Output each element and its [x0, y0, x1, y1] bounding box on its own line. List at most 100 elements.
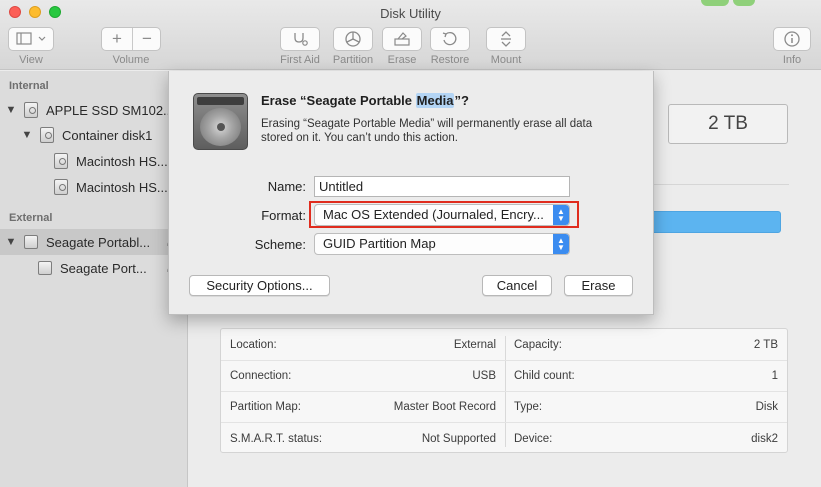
info-value: 2 TB — [753, 339, 778, 351]
volume-icon — [54, 153, 68, 169]
info-column-right: Capacity: 2 TB Child count: 1 Type: Disk… — [505, 329, 787, 454]
info-row-child-count: Child count: 1 — [505, 361, 787, 392]
erase-toolbar-button[interactable] — [382, 27, 422, 51]
title-suffix: ”? — [454, 93, 469, 108]
info-row-connection: Connection: USB — [221, 361, 505, 392]
sidebar-item-container-disk1[interactable]: ▼ Container disk1 — [0, 122, 187, 148]
annotation-highlight-box — [309, 201, 579, 228]
sidebar-header-internal: Internal — [9, 80, 49, 92]
title-prefix: Erase “Seagate Portable — [261, 93, 416, 108]
volume-label: Volume — [112, 54, 150, 66]
divider — [649, 184, 789, 185]
drive-label-strip — [197, 97, 244, 105]
info-icon — [784, 31, 800, 47]
info-label: Capacity: — [514, 339, 562, 351]
info-row-type: Type: Disk — [505, 392, 787, 423]
info-value: 1 — [771, 370, 778, 382]
name-field[interactable]: Untitled — [314, 176, 570, 197]
cancel-button[interactable]: Cancel — [482, 275, 552, 296]
restore-button[interactable] — [430, 27, 470, 51]
disclosure-triangle-icon[interactable]: ▼ — [20, 129, 34, 141]
first-aid-button[interactable] — [280, 27, 320, 51]
partition-label: Partition — [332, 54, 374, 66]
capacity-display: 2 TB — [668, 104, 788, 144]
sidebar-item-macintosh-hd-2[interactable]: Macintosh HS... — [0, 174, 187, 200]
disclosure-triangle-icon[interactable]: ▼ — [4, 104, 18, 116]
info-column-left: Location: External Connection: USB Parti… — [221, 329, 505, 454]
disk-utility-window: Disk Utility View + − Volume First Aid P… — [0, 0, 821, 487]
info-button[interactable] — [773, 27, 811, 51]
partition-button[interactable] — [333, 27, 373, 51]
info-label: Child count: — [514, 370, 575, 382]
info-row-device: Device: disk2 — [505, 423, 787, 454]
info-label: Type: — [514, 401, 543, 413]
sidebar-item-label: Macintosh HS... — [76, 179, 168, 195]
scheme-label: Scheme: — [254, 237, 306, 252]
container-icon — [40, 127, 54, 143]
erase-dialog: Erase “Seagate Portable Media”? Erasing … — [168, 71, 654, 315]
internal-disk-icon — [24, 102, 38, 118]
drive-spindle — [217, 123, 225, 131]
restore-label: Restore — [430, 54, 470, 66]
desktop-background-sliver — [681, 0, 821, 8]
info-row-capacity: Capacity: 2 TB — [505, 330, 787, 361]
scheme-popup[interactable]: GUID Partition Map ▲ ▼ — [314, 233, 570, 255]
info-label: Location: — [230, 339, 277, 351]
sidebar-item-label: APPLE SSD SM102... — [46, 102, 174, 118]
first-aid-label: First Aid — [280, 54, 320, 66]
erase-disk-icon — [394, 32, 410, 46]
sidebar-item-apple-ssd[interactable]: ▼ APPLE SSD SM102... — [0, 97, 187, 123]
info-label: Partition Map: — [230, 401, 301, 413]
security-options-button[interactable]: Security Options... — [189, 275, 330, 296]
sidebar-item-label: Macintosh HS... — [76, 153, 168, 169]
sidebar-item-label: Seagate Portabl... — [46, 234, 151, 250]
sidebar-item-seagate-disk[interactable]: ▼ Seagate Portabl... ⏏ — [0, 229, 187, 255]
remove-volume-button[interactable]: − — [133, 28, 161, 50]
view-label: View — [19, 54, 43, 66]
sidebar-header-external: External — [9, 212, 53, 224]
volume-icon — [54, 179, 68, 195]
info-value: disk2 — [751, 432, 778, 445]
mount-icon — [501, 31, 511, 47]
info-row-partition-map: Partition Map: Master Boot Record — [221, 392, 505, 423]
mount-button[interactable] — [486, 27, 526, 51]
updown-chevron-icon: ▲ ▼ — [553, 234, 569, 254]
title-selected-text: Media — [415, 93, 455, 108]
info-row-location: Location: External — [221, 330, 505, 361]
add-volume-button[interactable]: + — [102, 28, 132, 50]
sidebar-item-seagate-volume[interactable]: Seagate Port... ⏏ — [0, 255, 187, 281]
scheme-value: GUID Partition Map — [323, 236, 436, 251]
stethoscope-icon — [294, 33, 308, 46]
info-label: Connection: — [230, 370, 292, 382]
info-value: Not Supported — [421, 432, 496, 445]
info-label: Device: — [514, 432, 553, 445]
info-value: Master Boot Record — [393, 401, 496, 413]
view-button[interactable] — [8, 27, 54, 51]
sidebar-view-icon — [16, 32, 46, 45]
pie-partition-icon — [345, 31, 361, 47]
dialog-title: Erase “Seagate Portable Media”? — [261, 93, 469, 108]
volume-segmented-control: + − — [101, 27, 161, 51]
name-label: Name: — [267, 179, 306, 194]
sidebar-item-label: Container disk1 — [62, 127, 153, 143]
mount-label: Mount — [490, 54, 522, 66]
info-value: USB — [472, 370, 496, 382]
sidebar: Internal ▼ APPLE SSD SM102... ▼ Containe… — [0, 71, 188, 487]
info-panel: Location: External Connection: USB Parti… — [220, 328, 788, 453]
restore-arrow-icon — [442, 31, 457, 46]
dialog-description: Erasing “Seagate Portable Media” will pe… — [261, 118, 593, 144]
window-title: Disk Utility — [380, 6, 441, 21]
sidebar-item-macintosh-hd-1[interactable]: Macintosh HS... — [0, 148, 187, 174]
usage-bar — [649, 211, 781, 233]
external-volume-icon — [38, 261, 52, 275]
sidebar-item-label: Seagate Port... — [60, 260, 147, 276]
format-label: Format: — [261, 208, 306, 223]
info-value: External — [453, 339, 496, 351]
info-label: Info — [782, 54, 802, 66]
hard-drive-icon — [193, 93, 248, 150]
info-label: S.M.A.R.T. status: — [230, 432, 323, 445]
disclosure-triangle-icon[interactable]: ▼ — [4, 236, 18, 248]
info-value: Disk — [755, 401, 778, 413]
external-disk-icon — [24, 235, 38, 249]
erase-button[interactable]: Erase — [564, 275, 633, 296]
